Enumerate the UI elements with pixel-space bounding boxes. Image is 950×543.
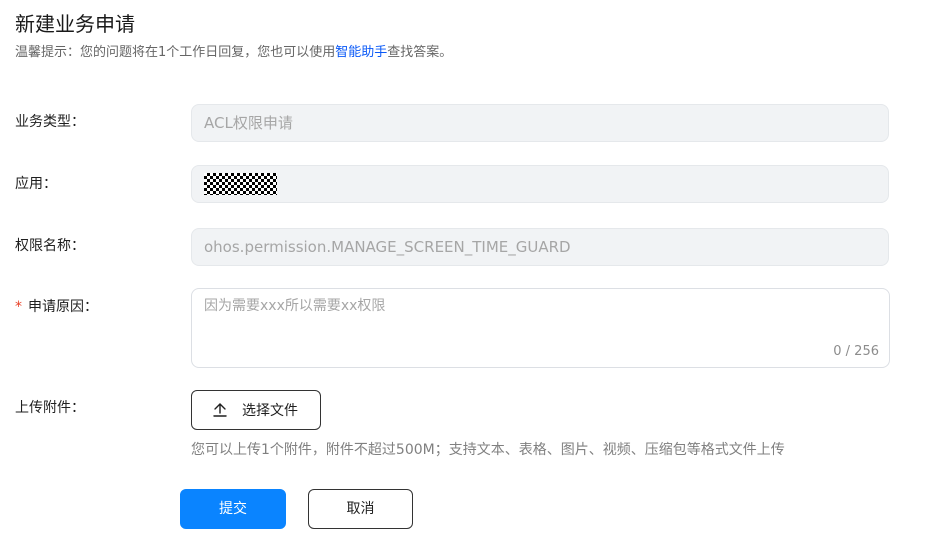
permission-name-label: 权限名称： (15, 238, 85, 254)
smart-assistant-link[interactable]: 智能助手 (335, 45, 387, 60)
tip-text: 温馨提示：您的问题将在1个工作日回复，您也可以使用智能助手查找答案。 (15, 44, 452, 62)
application-label: 应用： (15, 176, 57, 192)
select-file-button[interactable]: 选择文件 (191, 390, 321, 430)
business-type-label: 业务类型： (15, 114, 85, 130)
tip-suffix: 查找答案。 (387, 45, 453, 60)
attachment-label: 上传附件： (15, 400, 85, 416)
tip-prefix: 温馨提示：您的问题将在1个工作日回复，您也可以使用 (15, 45, 336, 60)
page-title: 新建业务申请 (15, 12, 135, 36)
reason-label: * 申请原因： (15, 297, 98, 317)
reason-placeholder: 因为需要xxx所以需要xx权限 (204, 298, 386, 314)
business-type-value: ACL权限申请 (204, 114, 293, 132)
upload-icon (213, 403, 227, 417)
cancel-button[interactable]: 取消 (308, 489, 413, 529)
select-file-label: 选择文件 (242, 403, 298, 419)
new-business-request-page: 新建业务申请 温馨提示：您的问题将在1个工作日回复，您也可以使用智能助手查找答案… (0, 0, 950, 543)
attachment-hint: 您可以上传1个附件，附件不超过500M；支持文本、表格、图片、视频、压缩包等格式… (191, 442, 785, 458)
submit-button[interactable]: 提交 (180, 489, 286, 529)
application-field (191, 165, 889, 203)
required-mark: * (15, 299, 22, 315)
permission-name-field: ohos.permission.MANAGE_SCREEN_TIME_GUARD (191, 228, 889, 266)
redacted-app-name (204, 173, 277, 195)
reason-textarea[interactable]: 因为需要xxx所以需要xx权限 0 / 256 (191, 288, 890, 368)
reason-label-text: 申请原因： (28, 299, 98, 315)
business-type-field: ACL权限申请 (191, 104, 889, 142)
permission-name-value: ohos.permission.MANAGE_SCREEN_TIME_GUARD (204, 238, 571, 256)
reason-char-counter: 0 / 256 (833, 344, 879, 359)
